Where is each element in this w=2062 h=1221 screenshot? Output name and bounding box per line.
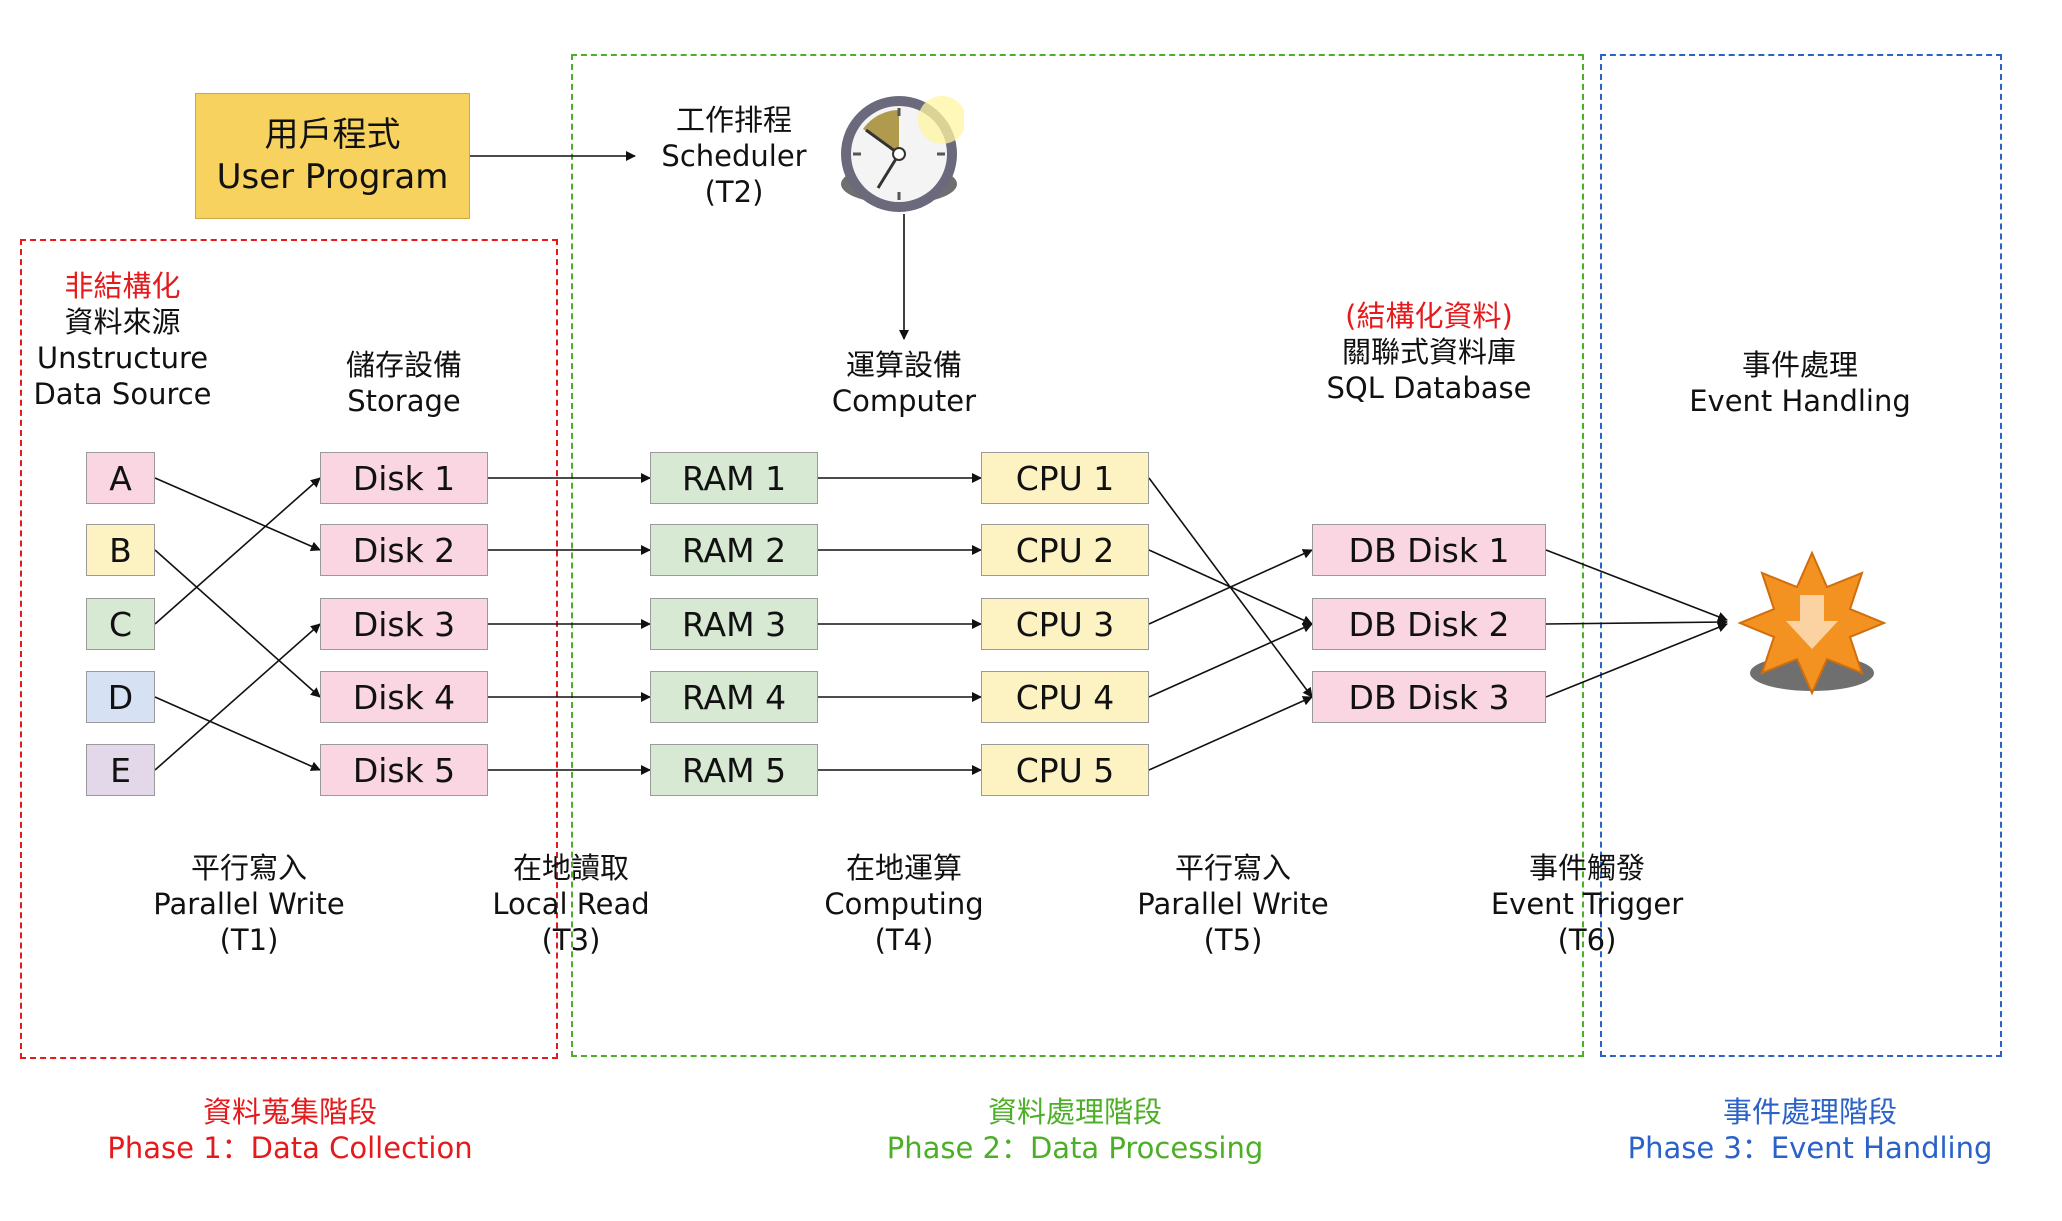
phase1-caption: 資料蒐集階段 Phase 1：Data Collection	[80, 1094, 500, 1166]
disk-3-box: Disk 3	[320, 598, 488, 650]
step-t5-zh: 平行寫入	[1174, 851, 1291, 885]
scheduler-zh: 工作排程	[675, 103, 792, 137]
source-header-zh-red: 非結構化	[64, 269, 181, 303]
source-header-zh: 資料來源	[64, 305, 181, 339]
storage-header: 儲存設備 Storage	[304, 347, 504, 419]
event-header-en: Event Handling	[1689, 384, 1911, 418]
cpu-5-box: CPU 5	[981, 744, 1149, 796]
storage-header-zh: 儲存設備	[345, 348, 462, 382]
computer-header-en: Computer	[831, 384, 977, 418]
step-t6-en: Event Trigger	[1490, 887, 1684, 921]
data-pipeline-diagram: 用戶程式 User Program 工作排程 Scheduler (T2) 非結…	[0, 0, 2062, 1221]
cpu-3-box: CPU 3	[981, 598, 1149, 650]
disk-4-box: Disk 4	[320, 671, 488, 723]
step-t3-en: Local Read	[492, 887, 650, 921]
phase3-caption: 事件處理階段 Phase 3：Event Handling	[1610, 1094, 2010, 1166]
step-t1-label: 平行寫入 Parallel Write (T1)	[134, 850, 364, 958]
step-t6-label: 事件觸發 Event Trigger (T6)	[1467, 850, 1707, 958]
disk-1-box: Disk 1	[320, 452, 488, 504]
source-a-box: A	[86, 452, 155, 504]
step-t1-en: Parallel Write	[153, 887, 345, 921]
ram-3-box: RAM 3	[650, 598, 818, 650]
step-t3-tag: (T3)	[541, 923, 601, 957]
step-t4-tag: (T4)	[874, 923, 934, 957]
db-to-event-arrows	[1545, 549, 1728, 698]
ram-1-box: RAM 1	[650, 452, 818, 504]
source-header-en1: Unstructure	[36, 341, 209, 375]
step-t6-zh: 事件觸發	[1528, 851, 1645, 885]
phase3-en: Phase 3：Event Handling	[1627, 1131, 1993, 1165]
cpu-1-box: CPU 1	[981, 452, 1149, 504]
disk-to-ram-arrows	[488, 473, 651, 775]
phase1-zh: 資料蒐集階段	[202, 1095, 377, 1129]
phase2-zh: 資料處理階段	[987, 1095, 1162, 1129]
scheduler-en: Scheduler	[661, 139, 807, 173]
user-program-zh: 用戶程式	[264, 115, 401, 155]
event-header: 事件處理 Event Handling	[1680, 347, 1920, 419]
storage-header-en: Storage	[347, 384, 461, 418]
step-t3-zh: 在地讀取	[512, 851, 629, 885]
source-b-box: B	[86, 524, 155, 576]
scheduler-tag: (T2)	[704, 175, 764, 209]
computer-header-zh: 運算設備	[845, 348, 962, 382]
source-header-en2: Data Source	[33, 377, 212, 411]
cpu-4-box: CPU 4	[981, 671, 1149, 723]
cpu-to-db-arrows	[1148, 477, 1313, 771]
source-c-box: C	[86, 598, 155, 650]
event-burst-icon	[1737, 550, 1887, 696]
source-to-disk-arrows	[154, 477, 321, 771]
db-disk-2-box: DB Disk 2	[1312, 598, 1546, 650]
db-disk-3-box: DB Disk 3	[1312, 671, 1546, 723]
phase3-zh: 事件處理階段	[1722, 1095, 1897, 1129]
step-t1-tag: (T1)	[219, 923, 279, 957]
db-header: (結構化資料) 關聯式資料庫 SQL Database	[1314, 298, 1544, 406]
user-program-box: 用戶程式 User Program	[195, 93, 470, 219]
cpu-2-box: CPU 2	[981, 524, 1149, 576]
step-t3-label: 在地讀取 Local Read (T3)	[456, 850, 686, 958]
step-t4-label: 在地運算 Computing (T4)	[789, 850, 1019, 958]
source-d-box: D	[86, 671, 155, 723]
db-header-zh: 關聯式資料庫	[1341, 335, 1516, 369]
source-header: 非結構化 資料來源 Unstructure Data Source	[20, 268, 225, 412]
step-t4-zh: 在地運算	[845, 851, 962, 885]
db-disk-1-box: DB Disk 1	[1312, 524, 1546, 576]
computer-header: 運算設備 Computer	[804, 347, 1004, 419]
step-t6-tag: (T6)	[1557, 923, 1617, 957]
user-program-en: User Program	[216, 157, 449, 197]
phase2-en: Phase 2：Data Processing	[886, 1131, 1264, 1165]
ram-4-box: RAM 4	[650, 671, 818, 723]
step-t1-zh: 平行寫入	[190, 851, 307, 885]
step-t5-label: 平行寫入 Parallel Write (T5)	[1113, 850, 1353, 958]
ram-5-box: RAM 5	[650, 744, 818, 796]
phase1-en: Phase 1：Data Collection	[107, 1131, 473, 1165]
step-t5-tag: (T5)	[1203, 923, 1263, 957]
clock-icon	[841, 96, 964, 212]
disk-5-box: Disk 5	[320, 744, 488, 796]
event-header-zh: 事件處理	[1741, 348, 1858, 382]
db-header-zh-red: (結構化資料)	[1345, 299, 1513, 333]
step-t5-en: Parallel Write	[1137, 887, 1329, 921]
phase2-caption: 資料處理階段 Phase 2：Data Processing	[850, 1094, 1300, 1166]
step-t4-en: Computing	[824, 887, 984, 921]
db-header-en: SQL Database	[1326, 371, 1532, 405]
scheduler-label: 工作排程 Scheduler (T2)	[634, 102, 834, 210]
disk-2-box: Disk 2	[320, 524, 488, 576]
ram-to-cpu-arrows	[818, 473, 982, 775]
ram-2-box: RAM 2	[650, 524, 818, 576]
source-e-box: E	[86, 744, 155, 796]
